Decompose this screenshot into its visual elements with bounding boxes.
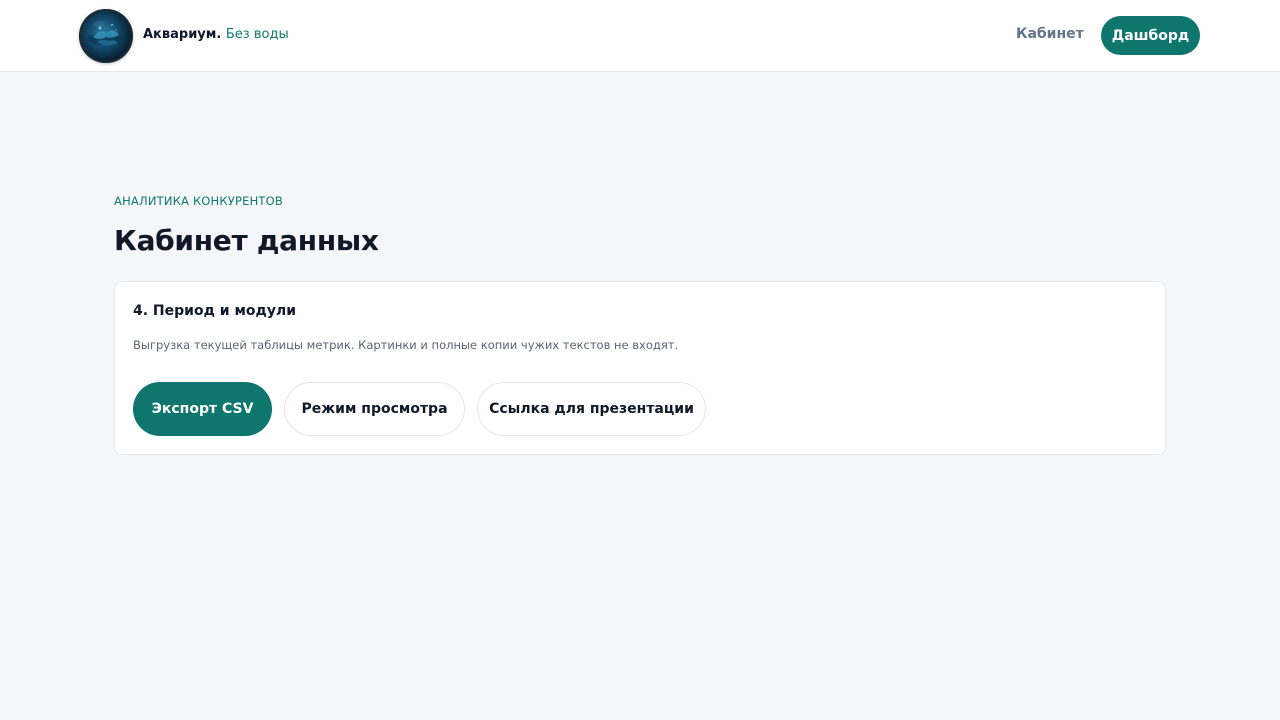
presentation-link-button[interactable]: Ссылка для презентации [477, 382, 706, 436]
card-title: 4. Период и модули [133, 303, 297, 319]
section-eyebrow: АНАЛИТИКА КОНКУРЕНТОВ [114, 194, 283, 208]
brand-name: Аквариум. [143, 27, 222, 42]
dashboard-button[interactable]: Дашборд [1101, 16, 1200, 55]
brand-tagline: Без воды [225, 27, 289, 42]
nav-link-cabinet[interactable]: Кабинет [1016, 26, 1084, 42]
period-modules-card: 4. Период и модули Выгрузка текущей табл… [114, 281, 1166, 455]
view-mode-button[interactable]: Режим просмотра [284, 382, 465, 436]
page-title: Кабинет данных [114, 224, 379, 257]
brand[interactable]: Аквариум. Без воды [143, 27, 289, 42]
top-navigation-bar: Аквариум. Без воды Кабинет Дашборд [0, 0, 1280, 72]
card-description: Выгрузка текущей таблицы метрик. Картинк… [133, 338, 679, 352]
export-csv-button[interactable]: Экспорт CSV [133, 382, 272, 436]
aquarium-globe-icon[interactable] [79, 9, 133, 63]
